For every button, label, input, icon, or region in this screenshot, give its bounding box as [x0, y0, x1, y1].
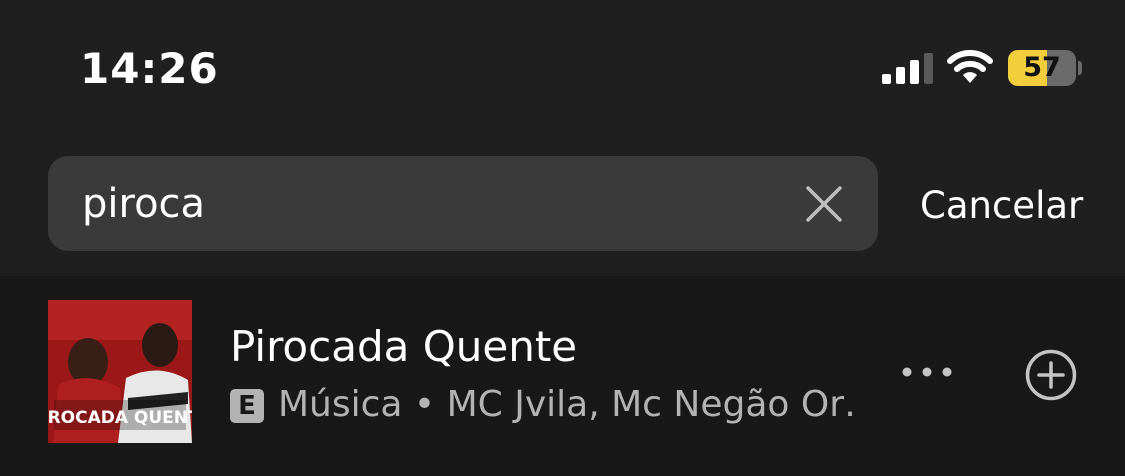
- track-subtitle: Música • MC Jvila, Mc Negão Or…: [278, 384, 858, 425]
- battery-icon: 57: [1008, 50, 1076, 86]
- status-time: 14:26: [80, 44, 219, 93]
- more-options-icon[interactable]: [898, 360, 956, 384]
- wifi-icon: [947, 50, 993, 83]
- search-field[interactable]: [48, 156, 878, 251]
- track-title[interactable]: Pirocada Quente: [230, 322, 577, 371]
- album-cover-art: PIROCADA QUENTE: [48, 300, 192, 443]
- battery-nub: [1078, 61, 1082, 75]
- explicit-badge: E: [230, 389, 264, 423]
- battery-level: 57: [1023, 52, 1061, 83]
- search-input[interactable]: [82, 156, 782, 251]
- add-circle-icon[interactable]: [1024, 348, 1078, 402]
- cancel-button[interactable]: Cancelar: [920, 184, 1083, 227]
- search-results: PIROCADA QUENTE Pirocada Quente E Música…: [0, 276, 1125, 476]
- screen: 14:26 57 Cancelar: [0, 0, 1125, 476]
- album-cover[interactable]: PIROCADA QUENTE: [48, 300, 192, 443]
- clear-search-icon[interactable]: [804, 184, 844, 224]
- cellular-signal-icon: [882, 53, 933, 84]
- album-cover-text: PIROCADA QUENTE: [48, 408, 192, 428]
